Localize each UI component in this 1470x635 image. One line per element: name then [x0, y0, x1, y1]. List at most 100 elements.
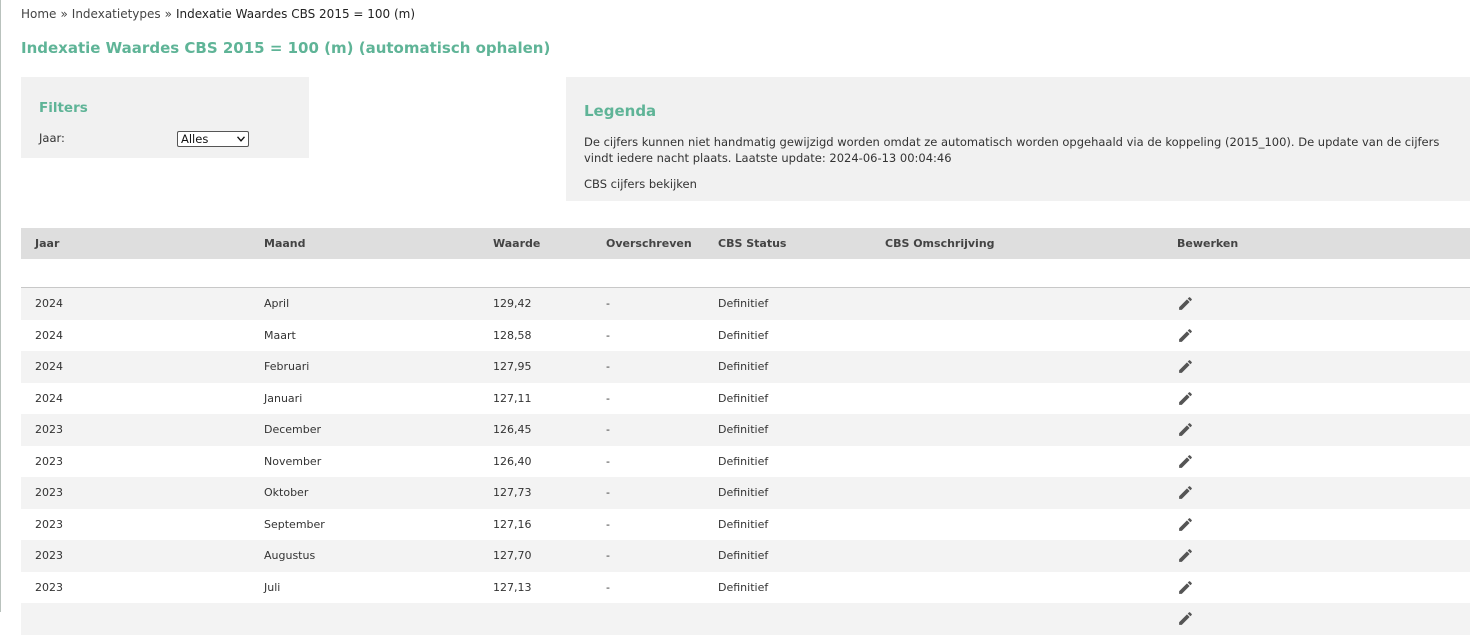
column-header-overschreven[interactable]: Overschreven [606, 237, 692, 250]
cell-cbs-status: Definitief [718, 360, 769, 373]
cell-cbs-status: Definitief [718, 328, 769, 342]
cell-maand: Juli [264, 580, 281, 594]
cell-cbs-status: Definitief [718, 580, 769, 594]
cell-cbs-status: Definitief [718, 549, 769, 562]
cell-waarde: 127,13 [493, 580, 532, 594]
cell-overschreven: - [606, 423, 610, 436]
cell-maand: December [264, 423, 322, 436]
year-filter-label: Jaar: [39, 131, 65, 145]
pencil-icon[interactable] [1177, 421, 1194, 438]
column-header-jaar[interactable]: Jaar [35, 237, 59, 250]
cbs-figures-link[interactable]: CBS cijfers bekijken [584, 177, 697, 191]
cell-jaar: 2024 [35, 360, 63, 373]
cell-jaar: 2023 [35, 580, 63, 594]
cell-jaar: 2023 [35, 486, 63, 499]
cell-maand: Oktober [264, 486, 309, 499]
column-header-waarde[interactable]: Waarde [493, 237, 540, 250]
index-values-table: Jaar Maand Waarde Overschreven CBS Statu… [21, 228, 1470, 635]
cell-overschreven: - [606, 328, 610, 342]
cell-jaar: 2024 [35, 391, 63, 405]
cell-maand: Augustus [264, 549, 316, 562]
pencil-icon[interactable] [1177, 579, 1194, 596]
pencil-icon[interactable] [1177, 610, 1194, 627]
column-header-cbs-omschrijving[interactable]: CBS Omschrijving [885, 237, 995, 250]
cell-overschreven: - [606, 297, 610, 310]
pencil-icon[interactable] [1177, 547, 1194, 564]
breadcrumb-indexatietypes-link[interactable]: Indexatietypes [72, 7, 161, 21]
page-left-border [0, 0, 1, 612]
cell-jaar: 2023 [35, 549, 63, 562]
pencil-icon[interactable] [1177, 358, 1194, 375]
table-filter-row [21, 259, 1470, 288]
year-select-value: Alles [181, 132, 209, 146]
table-row: 2023 September 127,16 - Definitief [21, 508, 1470, 540]
cell-waarde: 128,58 [493, 328, 532, 342]
cell-maand: November [264, 454, 322, 468]
cell-cbs-status: Definitief [718, 517, 769, 531]
cell-cbs-status: Definitief [718, 486, 769, 499]
breadcrumb-separator: » [164, 7, 172, 21]
breadcrumb-separator: » [60, 7, 68, 21]
cell-cbs-status: Definitief [718, 391, 769, 405]
cell-overschreven: - [606, 454, 610, 468]
filters-panel: Filters Jaar: Alles [21, 77, 309, 158]
table-row [21, 603, 1470, 635]
cell-jaar: 2023 [35, 423, 63, 436]
table-row: 2023 November 126,40 - Definitief [21, 445, 1470, 477]
cell-waarde: 127,95 [493, 360, 532, 373]
cell-maand: Januari [264, 391, 303, 405]
legend-description: De cijfers kunnen niet handmatig gewijzi… [584, 135, 1440, 165]
cell-jaar: 2024 [35, 297, 63, 310]
chevron-down-icon [237, 136, 245, 142]
cell-waarde: 127,73 [493, 486, 532, 499]
cell-waarde: 127,11 [493, 391, 532, 405]
table-row: 2023 December 126,45 - Definitief [21, 414, 1470, 446]
breadcrumb-home-link[interactable]: Home [21, 7, 56, 21]
legend-panel: Legenda De cijfers kunnen niet handmatig… [566, 77, 1470, 201]
pencil-icon[interactable] [1177, 390, 1194, 407]
table-row: 2023 Juli 127,13 - Definitief [21, 571, 1470, 603]
year-select[interactable]: Alles [177, 131, 249, 147]
cell-cbs-status: Definitief [718, 297, 769, 310]
cell-waarde: 129,42 [493, 297, 532, 310]
breadcrumb-current: Indexatie Waardes CBS 2015 = 100 (m) [176, 7, 416, 21]
cell-maand: April [264, 297, 290, 310]
cell-jaar: 2023 [35, 454, 63, 468]
cell-overschreven: - [606, 517, 610, 531]
table-body: 2024 April 129,42 - Definitief 2024 Maar… [21, 288, 1470, 635]
cell-jaar: 2023 [35, 517, 63, 531]
cell-waarde: 127,16 [493, 517, 532, 531]
table-row: 2023 Augustus 127,70 - Definitief [21, 540, 1470, 572]
filters-title: Filters [39, 100, 88, 116]
cell-cbs-status: Definitief [718, 423, 769, 436]
cell-waarde: 127,70 [493, 549, 532, 562]
page-title: Indexatie Waardes CBS 2015 = 100 (m) (au… [21, 39, 551, 57]
cell-overschreven: - [606, 391, 610, 405]
cell-maand: Februari [264, 360, 310, 373]
table-row: 2023 Oktober 127,73 - Definitief [21, 477, 1470, 509]
cell-maand: Maart [264, 328, 296, 342]
pencil-icon[interactable] [1177, 484, 1194, 501]
cell-overschreven: - [606, 580, 610, 594]
cell-cbs-status: Definitief [718, 454, 769, 468]
cell-waarde: 126,45 [493, 423, 532, 436]
cell-jaar: 2024 [35, 328, 63, 342]
pencil-icon[interactable] [1177, 516, 1194, 533]
table-header: Jaar Maand Waarde Overschreven CBS Statu… [21, 228, 1470, 259]
table-row: 2024 Januari 127,11 - Definitief [21, 382, 1470, 414]
table-row: 2024 Februari 127,95 - Definitief [21, 351, 1470, 383]
cell-waarde: 126,40 [493, 454, 532, 468]
column-header-maand[interactable]: Maand [264, 237, 306, 250]
pencil-icon[interactable] [1177, 295, 1194, 312]
table-row: 2024 April 129,42 - Definitief [21, 288, 1470, 320]
cell-overschreven: - [606, 486, 610, 499]
breadcrumb: Home» Indexatietypes» Indexatie Waardes CB… [21, 7, 415, 21]
legend-title: Legenda [584, 102, 657, 120]
pencil-icon[interactable] [1177, 453, 1194, 470]
pencil-icon[interactable] [1177, 327, 1194, 344]
column-header-cbs-status[interactable]: CBS Status [718, 237, 786, 250]
cell-overschreven: - [606, 360, 610, 373]
column-header-bewerken: Bewerken [1177, 237, 1239, 250]
table-row: 2024 Maart 128,58 - Definitief [21, 319, 1470, 351]
cell-overschreven: - [606, 549, 610, 562]
